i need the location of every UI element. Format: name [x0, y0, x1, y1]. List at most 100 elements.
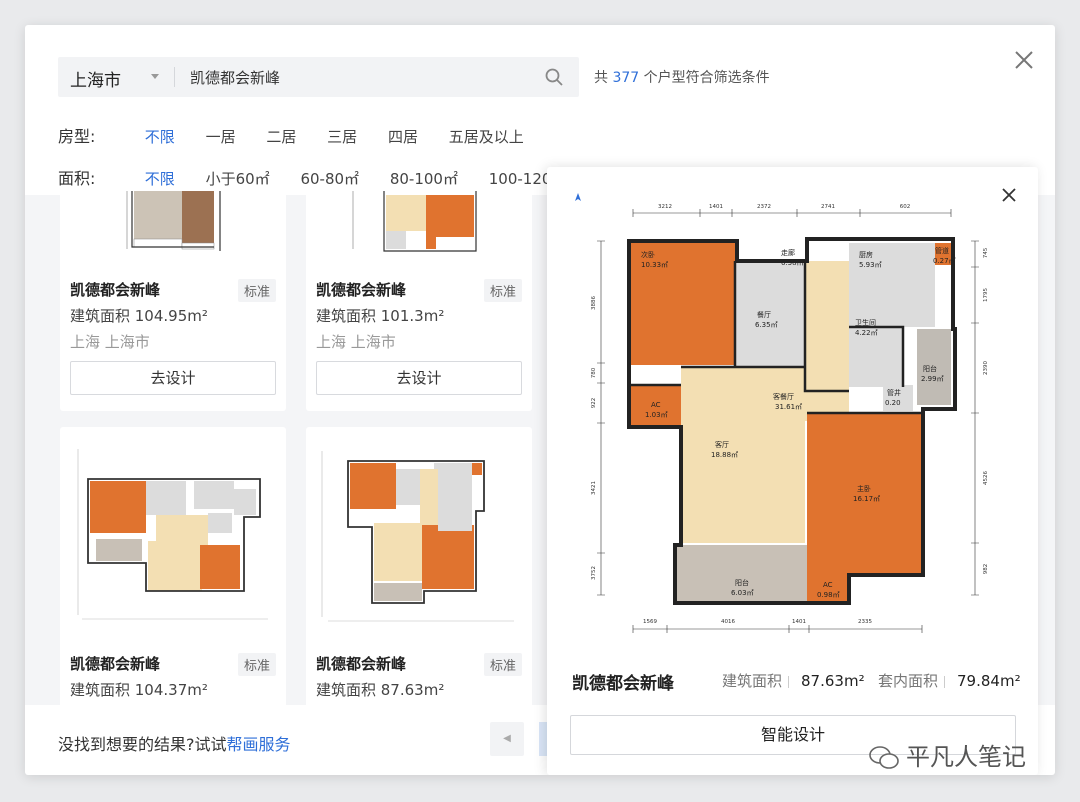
dimension-top: 3212 [658, 204, 672, 210]
floorplan-drawing: 次卧 10.33㎡ 走廊 6.38㎡ 厨房 5.93㎡ 管道 0.27㎡ 餐厅 … [591, 204, 989, 633]
room-label: 主卧 [857, 484, 871, 493]
room-label: AC [651, 401, 661, 409]
room-label: 餐厅 [757, 310, 771, 319]
city-select[interactable]: 上海市 [70, 66, 121, 91]
floorplan-thumbnail [321, 451, 514, 622]
card-location: 上海 上海市 [70, 333, 150, 351]
room-type-filter: 房型: 不限 一居 二居 三居 四居 五居及以上 [58, 123, 550, 147]
inner-area: 套内面积 79.84m² [878, 672, 1021, 690]
area-option-60-80[interactable]: 60-80㎡ [300, 168, 359, 189]
standard-badge: 标准 [237, 653, 276, 676]
card-area: 建筑面积 87.63m² [316, 681, 445, 699]
build-area: 建筑面积 87.63m² [722, 672, 865, 690]
result-count: 共 377 个户型符合筛选条件 [594, 70, 770, 86]
go-design-button[interactable]: 去设计 [316, 361, 522, 395]
close-icon[interactable] [1013, 49, 1035, 71]
room-label: 走廊 [781, 248, 795, 257]
filter-option-any[interactable]: 不限 [145, 126, 175, 147]
room-area: 16.17㎡ [853, 495, 880, 503]
filter-option-5br-plus[interactable]: 五居及以上 [449, 126, 524, 147]
dimension-top: 2372 [757, 204, 771, 210]
go-design-button[interactable]: 去设计 [70, 361, 276, 395]
search-bar: 上海市 凯德都会新峰 [58, 57, 579, 97]
floorplan-card[interactable]: 凯德都会新峰 标准 建筑面积 104.95m² 上海 上海市 去设计 [60, 191, 286, 411]
close-icon[interactable] [1001, 187, 1017, 203]
dimension-left: 922 [591, 398, 597, 409]
room-label: 管井 [887, 388, 901, 397]
room-area: 10.33㎡ [641, 261, 668, 269]
divider [174, 67, 175, 87]
room-label: 次卧 [641, 250, 655, 259]
floorplan-picker-modal: 上海市 凯德都会新峰 共 377 个户型符合筛选条件 房型: 不限 一居 二居 … [25, 25, 1055, 775]
room-area: 0.20 [885, 399, 901, 407]
dimension-left: 3752 [591, 566, 597, 580]
search-icon[interactable] [544, 67, 564, 87]
area-filter: 面积: 不限 小于60㎡ 60-80㎡ 80-100㎡ 100-120㎡ [58, 165, 592, 189]
card-title: 凯德都会新峰 [70, 281, 161, 299]
standard-badge: 标准 [483, 279, 522, 302]
room-label: 5.93㎡ [859, 261, 882, 269]
card-area: 建筑面积 104.37m² [70, 681, 208, 699]
floorplan-thumbnail [352, 191, 477, 252]
filter-option-2br[interactable]: 二居 [266, 126, 296, 147]
card-area: 建筑面积 104.95m² [70, 307, 208, 325]
room-area: 18.88㎡ [711, 451, 738, 459]
room-label: 客餐厅 [773, 392, 794, 401]
caret-down-icon[interactable] [151, 74, 159, 79]
card-title: 凯德都会新峰 [316, 655, 407, 673]
result-number: 377 [612, 70, 640, 86]
floorplan-card[interactable]: 凯德都会新峰 标准 建筑面积 87.63m² [306, 427, 532, 717]
standard-badge: 标准 [483, 653, 522, 676]
filter-option-1br[interactable]: 一居 [206, 126, 236, 147]
floorplan-card[interactable]: 凯德都会新峰 标准 建筑面积 101.3m² 上海 上海市 去设计 [306, 191, 532, 411]
dimension-bottom: 1569 [643, 619, 657, 625]
room-label: 管道 [935, 246, 949, 255]
room-label: 阳台 [923, 364, 937, 373]
floorplan-thumbnail [77, 449, 268, 620]
floorplan-card[interactable]: 凯德都会新峰 标准 建筑面积 104.37m² [60, 427, 286, 717]
dimension-bottom: 4016 [721, 619, 735, 625]
search-input[interactable]: 凯德都会新峰 [190, 67, 280, 88]
floorplan-detail-panel: 次卧 10.33㎡ 走廊 6.38㎡ 厨房 5.93㎡ 管道 0.27㎡ 餐厅 … [547, 167, 1038, 775]
floorplan-thumbnail [126, 191, 221, 251]
card-title: 凯德都会新峰 [316, 281, 407, 299]
area-option-80-100[interactable]: 80-100㎡ [390, 168, 458, 189]
room-area: 4.22㎡ [855, 329, 878, 337]
dimension-left: 3421 [591, 481, 597, 495]
standard-badge: 标准 [237, 279, 276, 302]
dimension-bottom: 1401 [792, 619, 806, 625]
room-label: AC [823, 581, 833, 589]
room-area: 0.27㎡ [933, 257, 956, 265]
dimension-top: 602 [900, 204, 911, 210]
drawing-service-link[interactable]: 帮画服务 [227, 735, 291, 754]
prev-page-button[interactable]: ◀ [490, 722, 524, 756]
room-label: 阳台 [735, 578, 749, 587]
room-area: 1.03㎡ [645, 411, 668, 419]
room-area: 6.38㎡ [781, 259, 804, 267]
filter-label: 房型: [58, 127, 96, 146]
footer-hint: 没找到想要的结果?试试帮画服务 [58, 735, 291, 754]
dimension-top: 2741 [821, 204, 835, 210]
room-label: 厨房 [859, 250, 873, 259]
dimension-right: 4526 [983, 471, 989, 485]
wechat-icon [869, 746, 899, 769]
dimension-left: 780 [591, 367, 597, 378]
dimension-bottom: 2335 [858, 619, 872, 625]
filter-option-3br[interactable]: 三居 [327, 126, 357, 147]
watermark: 平凡人笔记 [868, 737, 1026, 772]
card-location: 上海 上海市 [316, 333, 396, 351]
room-label: 卫生间 [855, 318, 876, 327]
room-area: 6.35㎡ [755, 321, 778, 329]
room-area: 31.61㎡ [775, 403, 802, 411]
room-area: 2.99㎡ [921, 375, 944, 383]
dimension-right: 1795 [983, 288, 989, 302]
dimension-left: 3886 [591, 296, 597, 310]
area-option-any[interactable]: 不限 [145, 168, 175, 189]
dimension-top: 1401 [709, 204, 723, 210]
area-option-lt60[interactable]: 小于60㎡ [206, 168, 270, 189]
dimension-right: 982 [983, 564, 989, 575]
room-label: 客厅 [715, 440, 729, 449]
detail-title: 凯德都会新峰 [572, 674, 674, 694]
room-area: 0.98㎡ [817, 591, 840, 599]
filter-option-4br[interactable]: 四居 [388, 126, 418, 147]
